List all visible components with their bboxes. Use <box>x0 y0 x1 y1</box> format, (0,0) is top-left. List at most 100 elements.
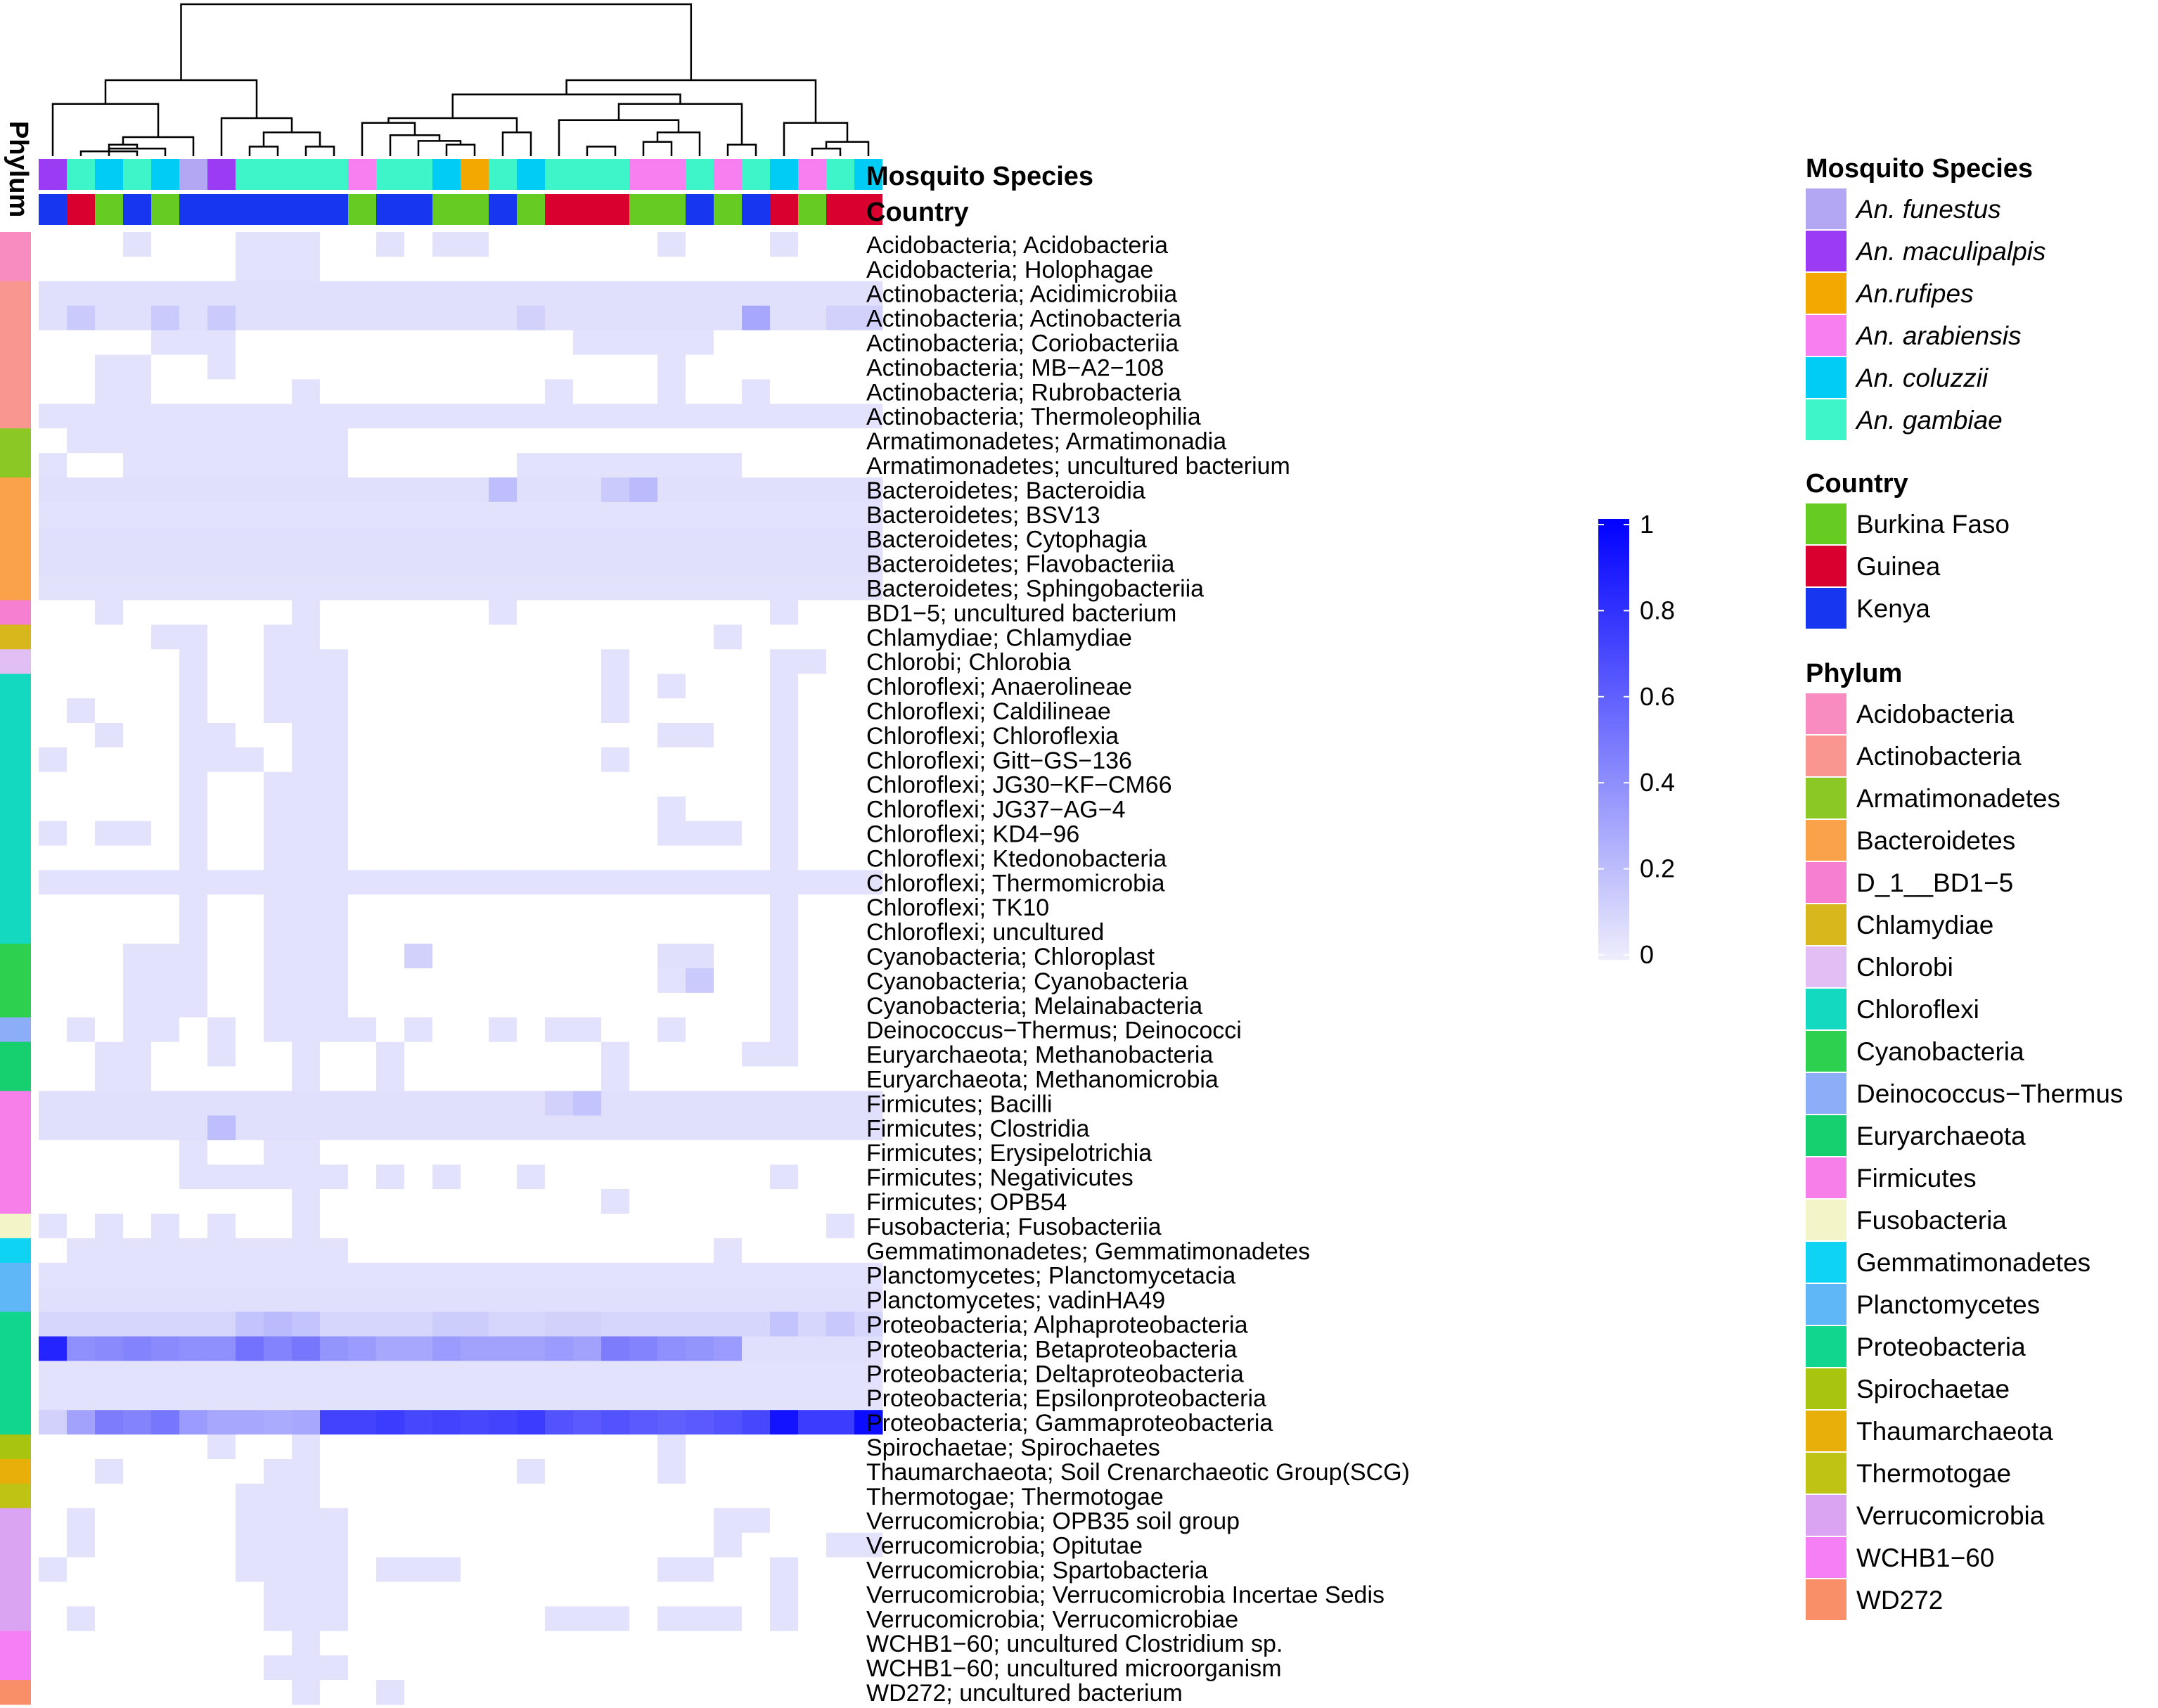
country-annotation-bar <box>39 194 882 225</box>
heatmap-cell <box>826 723 855 748</box>
heatmap-cell <box>348 723 377 748</box>
heatmap-cell <box>545 404 574 429</box>
heatmap-cell <box>123 1041 152 1067</box>
heatmap-cell <box>292 526 321 552</box>
heatmap-cell <box>629 1311 658 1337</box>
heatmap-cell <box>39 281 68 307</box>
heatmap-cell <box>264 1336 293 1361</box>
heatmap-cell <box>123 1091 152 1116</box>
heatmap-cell <box>179 477 208 503</box>
heatmap-cell <box>770 747 799 773</box>
heatmap-cell <box>264 428 293 454</box>
heatmap-cell <box>123 992 152 1018</box>
heatmap-cell <box>714 649 743 674</box>
heatmap-cell <box>714 1189 743 1214</box>
heatmap-cell <box>714 404 743 429</box>
heatmap-cell <box>432 992 461 1018</box>
heatmap-cell <box>545 256 574 282</box>
heatmap-cell <box>489 551 518 577</box>
heatmap-cell <box>348 1017 377 1043</box>
heatmap-cell <box>770 305 799 331</box>
heatmap-cell <box>207 1655 236 1681</box>
heatmap-cell <box>404 919 433 944</box>
row-label: WCHB1−60; uncultured microorganism <box>866 1655 1282 1682</box>
heatmap-cell <box>207 1508 236 1534</box>
heatmap-cell <box>264 1214 293 1239</box>
heatmap-cell <box>601 1385 630 1411</box>
phylum-annotation-cell <box>0 1262 31 1288</box>
heatmap-cell <box>714 1655 743 1681</box>
heatmap-cell <box>545 821 574 846</box>
heatmap-cell <box>798 1508 827 1534</box>
heatmap-cell <box>320 1115 349 1141</box>
heatmap-cell <box>264 281 293 307</box>
heatmap-cell <box>545 944 574 969</box>
species-annotation-cell <box>573 159 601 190</box>
heatmap-cell <box>67 1311 96 1337</box>
heatmap-cell <box>657 551 686 577</box>
heatmap-cell <box>432 919 461 944</box>
dendrogram-branch <box>451 94 681 118</box>
heatmap-cell <box>489 1189 518 1214</box>
heatmap-cell <box>404 1287 433 1313</box>
heatmap-cell <box>489 845 518 871</box>
heatmap-cell <box>657 796 686 822</box>
heatmap-cell <box>320 894 349 920</box>
heatmap-cell <box>742 1066 771 1091</box>
phylum-legend-swatch <box>1806 778 1846 818</box>
heatmap-cell <box>826 404 855 429</box>
heatmap-cell <box>545 1140 574 1165</box>
heatmap-cell <box>236 501 264 527</box>
heatmap-cell <box>179 1189 208 1214</box>
heatmap-cell <box>601 1189 630 1214</box>
heatmap-cell <box>686 281 714 307</box>
heatmap-cell <box>826 1140 855 1165</box>
species-legend-swatch <box>1806 188 1846 229</box>
heatmap-cell <box>432 845 461 871</box>
heatmap-cell <box>179 747 208 773</box>
phylum-legend-swatch <box>1806 1579 1846 1620</box>
heatmap-cell <box>686 575 714 601</box>
heatmap-cell <box>179 575 208 601</box>
heatmap-cell <box>95 747 124 773</box>
heatmap-cell <box>123 1164 152 1190</box>
heatmap-cell <box>432 575 461 601</box>
heatmap-cell <box>461 1041 489 1067</box>
heatmap-cell <box>264 747 293 773</box>
colorbar-tick-label: 0.2 <box>1640 854 1675 883</box>
species-annotation-cell <box>292 159 320 190</box>
heatmap-cell <box>236 870 264 895</box>
heatmap-cell <box>292 404 321 429</box>
heatmap-cell <box>798 870 827 895</box>
heatmap-cell <box>348 1483 377 1509</box>
heatmap-cell <box>461 624 489 650</box>
heatmap-cell <box>489 1066 518 1091</box>
heatmap-cell <box>432 1361 461 1386</box>
row-label: WCHB1−60; uncultured Clostridium sp. <box>866 1631 1283 1657</box>
heatmap-cell <box>348 1091 377 1116</box>
heatmap-cell <box>292 1041 321 1067</box>
country-annotation-cell <box>657 194 686 225</box>
heatmap-cell <box>742 1581 771 1607</box>
heatmap-cell <box>489 1041 518 1067</box>
species-annotation-bar <box>39 159 882 190</box>
heatmap-cell <box>629 1041 658 1067</box>
heatmap-cell <box>39 698 68 724</box>
heatmap-cell <box>517 624 546 650</box>
heatmap-cell <box>95 1581 124 1607</box>
country-annotation-cell <box>151 194 179 225</box>
heatmap-cell <box>264 232 293 257</box>
heatmap-cell <box>179 1557 208 1582</box>
heatmap-cell <box>207 1189 236 1214</box>
heatmap-cell <box>39 1091 68 1116</box>
heatmap-cell <box>629 1287 658 1313</box>
heatmap-cell <box>179 919 208 944</box>
heatmap-cell <box>826 551 855 577</box>
heatmap-cell <box>601 1140 630 1165</box>
heatmap-cell <box>770 1311 799 1337</box>
phylum-annotation-cell <box>0 1508 31 1534</box>
heatmap-cell <box>742 992 771 1018</box>
heatmap-cell <box>686 404 714 429</box>
heatmap-cell <box>123 600 152 625</box>
heatmap-cell <box>404 453 433 478</box>
